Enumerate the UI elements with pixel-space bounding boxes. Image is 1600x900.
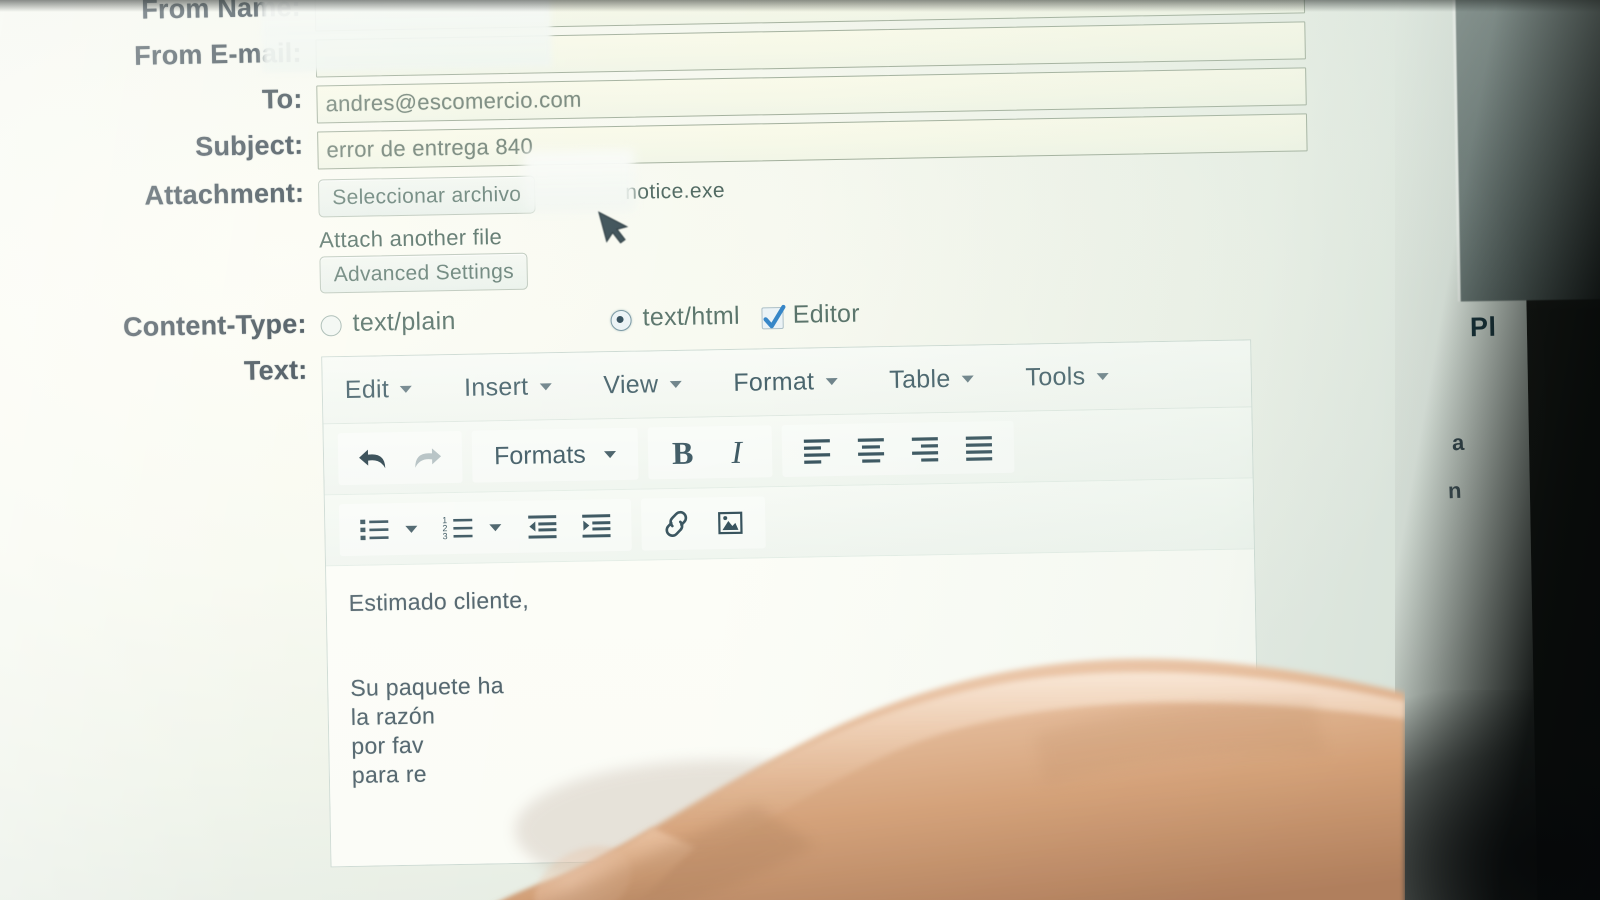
to-value: andres@escomercio.com (325, 86, 582, 117)
menu-view[interactable]: View (603, 369, 682, 399)
bullet-list-icon (360, 519, 389, 541)
editor-checkbox-label[interactable]: Editor (793, 300, 861, 330)
insert-link-button[interactable] (649, 499, 704, 548)
redo-button[interactable] (400, 433, 455, 482)
text-html-label[interactable]: text/html (642, 302, 740, 333)
align-right-icon (911, 437, 938, 462)
menu-table[interactable]: Table (889, 364, 974, 395)
advanced-settings-button[interactable]: Advanced Settings (319, 252, 529, 294)
image-icon (718, 511, 743, 535)
insert-image-button[interactable] (703, 498, 758, 547)
align-center-icon (857, 438, 884, 463)
chevron-down-icon (539, 382, 552, 390)
text-plain-label[interactable]: text/plain (352, 307, 456, 338)
align-justify-button[interactable] (951, 423, 1006, 472)
text-label: Text: (243, 354, 308, 386)
advanced-settings-button-wrap: Advanced Settings (319, 252, 529, 294)
chevron-down-icon (669, 380, 682, 388)
toolbar-group-lists: 1 2 3 (338, 498, 632, 557)
photographed-monitor-screenshot: From Name: From E-mail: To: andres@escom… (0, 0, 1600, 900)
bold-button[interactable]: B (655, 428, 710, 477)
right-side-panel (1452, 0, 1600, 302)
subject-label: Subject: (194, 129, 304, 162)
to-label: To: (261, 83, 303, 115)
monitor-screen-surface: From Name: From E-mail: To: andres@escom… (0, 0, 1538, 900)
menu-tools-label: Tools (1025, 361, 1086, 392)
menu-format[interactable]: Format (733, 366, 838, 397)
cut-off-text-right-3: n (1447, 477, 1463, 504)
chevron-down-icon (825, 377, 838, 385)
align-left-icon (803, 439, 830, 464)
editor-content-area[interactable]: Estimado cliente, Su paquete ha la razón… (326, 549, 1260, 867)
toolbar-group-style: B I (647, 425, 773, 480)
italic-button[interactable]: I (709, 427, 764, 476)
body-line-greeting: Estimado cliente, (348, 586, 530, 616)
cut-off-text-right: Pl (1469, 311, 1497, 343)
menu-edit[interactable]: Edit (345, 374, 413, 404)
undo-button[interactable] (346, 434, 401, 483)
chevron-down-icon (603, 450, 616, 458)
checkbox-editor[interactable] (761, 304, 786, 329)
toolbar-group-history (337, 430, 463, 486)
chevron-down-icon (1096, 372, 1109, 380)
chevron-down-icon (405, 525, 418, 533)
toolbar-group-formats: Formats (471, 427, 639, 483)
redaction-overlay-sender (259, 0, 552, 73)
numbered-list-button[interactable]: 1 2 3 (431, 503, 486, 552)
align-right-button[interactable] (897, 424, 952, 473)
chevron-down-icon (489, 523, 502, 531)
formats-dropdown[interactable]: Formats (480, 430, 601, 480)
content-type-label: Content-Type: (122, 308, 307, 343)
redo-icon (415, 448, 442, 468)
menu-insert[interactable]: Insert (464, 372, 552, 403)
align-left-button[interactable] (789, 426, 844, 475)
chevron-down-icon (400, 385, 413, 393)
attachment-filename: notice.exe (625, 179, 726, 204)
choose-file-button[interactable]: Seleccionar archivo (317, 175, 536, 218)
form-row-attachment: Attachment: Seleccionar archivo notice.e… (24, 159, 1446, 294)
attachment-label: Attachment: (144, 177, 305, 211)
outdent-icon (528, 515, 557, 539)
cut-off-text-right-2: a (1451, 429, 1466, 456)
form-row-content-type: Content-Type: text/plain text/html Edito… (26, 289, 1446, 344)
toolbar-group-insert (640, 496, 766, 551)
align-center-button[interactable] (843, 425, 898, 474)
rich-text-editor: Edit Insert View Format Table Tools Form… (321, 339, 1261, 868)
svg-text:3: 3 (442, 531, 447, 541)
form-row-text: Text: Edit Insert View Format Table Tool… (27, 336, 1456, 873)
indent-button[interactable] (569, 501, 624, 550)
menu-tools[interactable]: Tools (1025, 361, 1109, 393)
content-type-options: text/plain text/html Editor (320, 289, 1446, 339)
menu-format-label: Format (733, 366, 815, 397)
menu-view-label: View (603, 369, 659, 399)
subject-value: error de entrega 840 (326, 133, 534, 163)
menu-insert-label: Insert (463, 372, 529, 402)
formats-label: Formats (493, 440, 586, 470)
menu-edit-label: Edit (344, 374, 390, 404)
undo-icon (359, 449, 386, 469)
indent-icon (582, 514, 611, 538)
radio-text-html[interactable] (610, 309, 632, 332)
outdent-button[interactable] (515, 502, 570, 551)
numbered-list-icon: 1 2 3 (442, 515, 473, 541)
menu-table-label: Table (889, 364, 951, 394)
email-compose-form: From Name: From E-mail: To: andres@escom… (21, 0, 1457, 873)
align-justify-icon (965, 436, 992, 461)
link-icon (665, 510, 688, 537)
bullet-list-button[interactable] (347, 505, 402, 554)
redaction-overlay-filename (523, 149, 635, 212)
chevron-down-icon (961, 374, 974, 383)
checkmark-icon (763, 304, 786, 328)
toolbar-group-align (781, 420, 1015, 478)
radio-text-plain[interactable] (320, 315, 342, 337)
